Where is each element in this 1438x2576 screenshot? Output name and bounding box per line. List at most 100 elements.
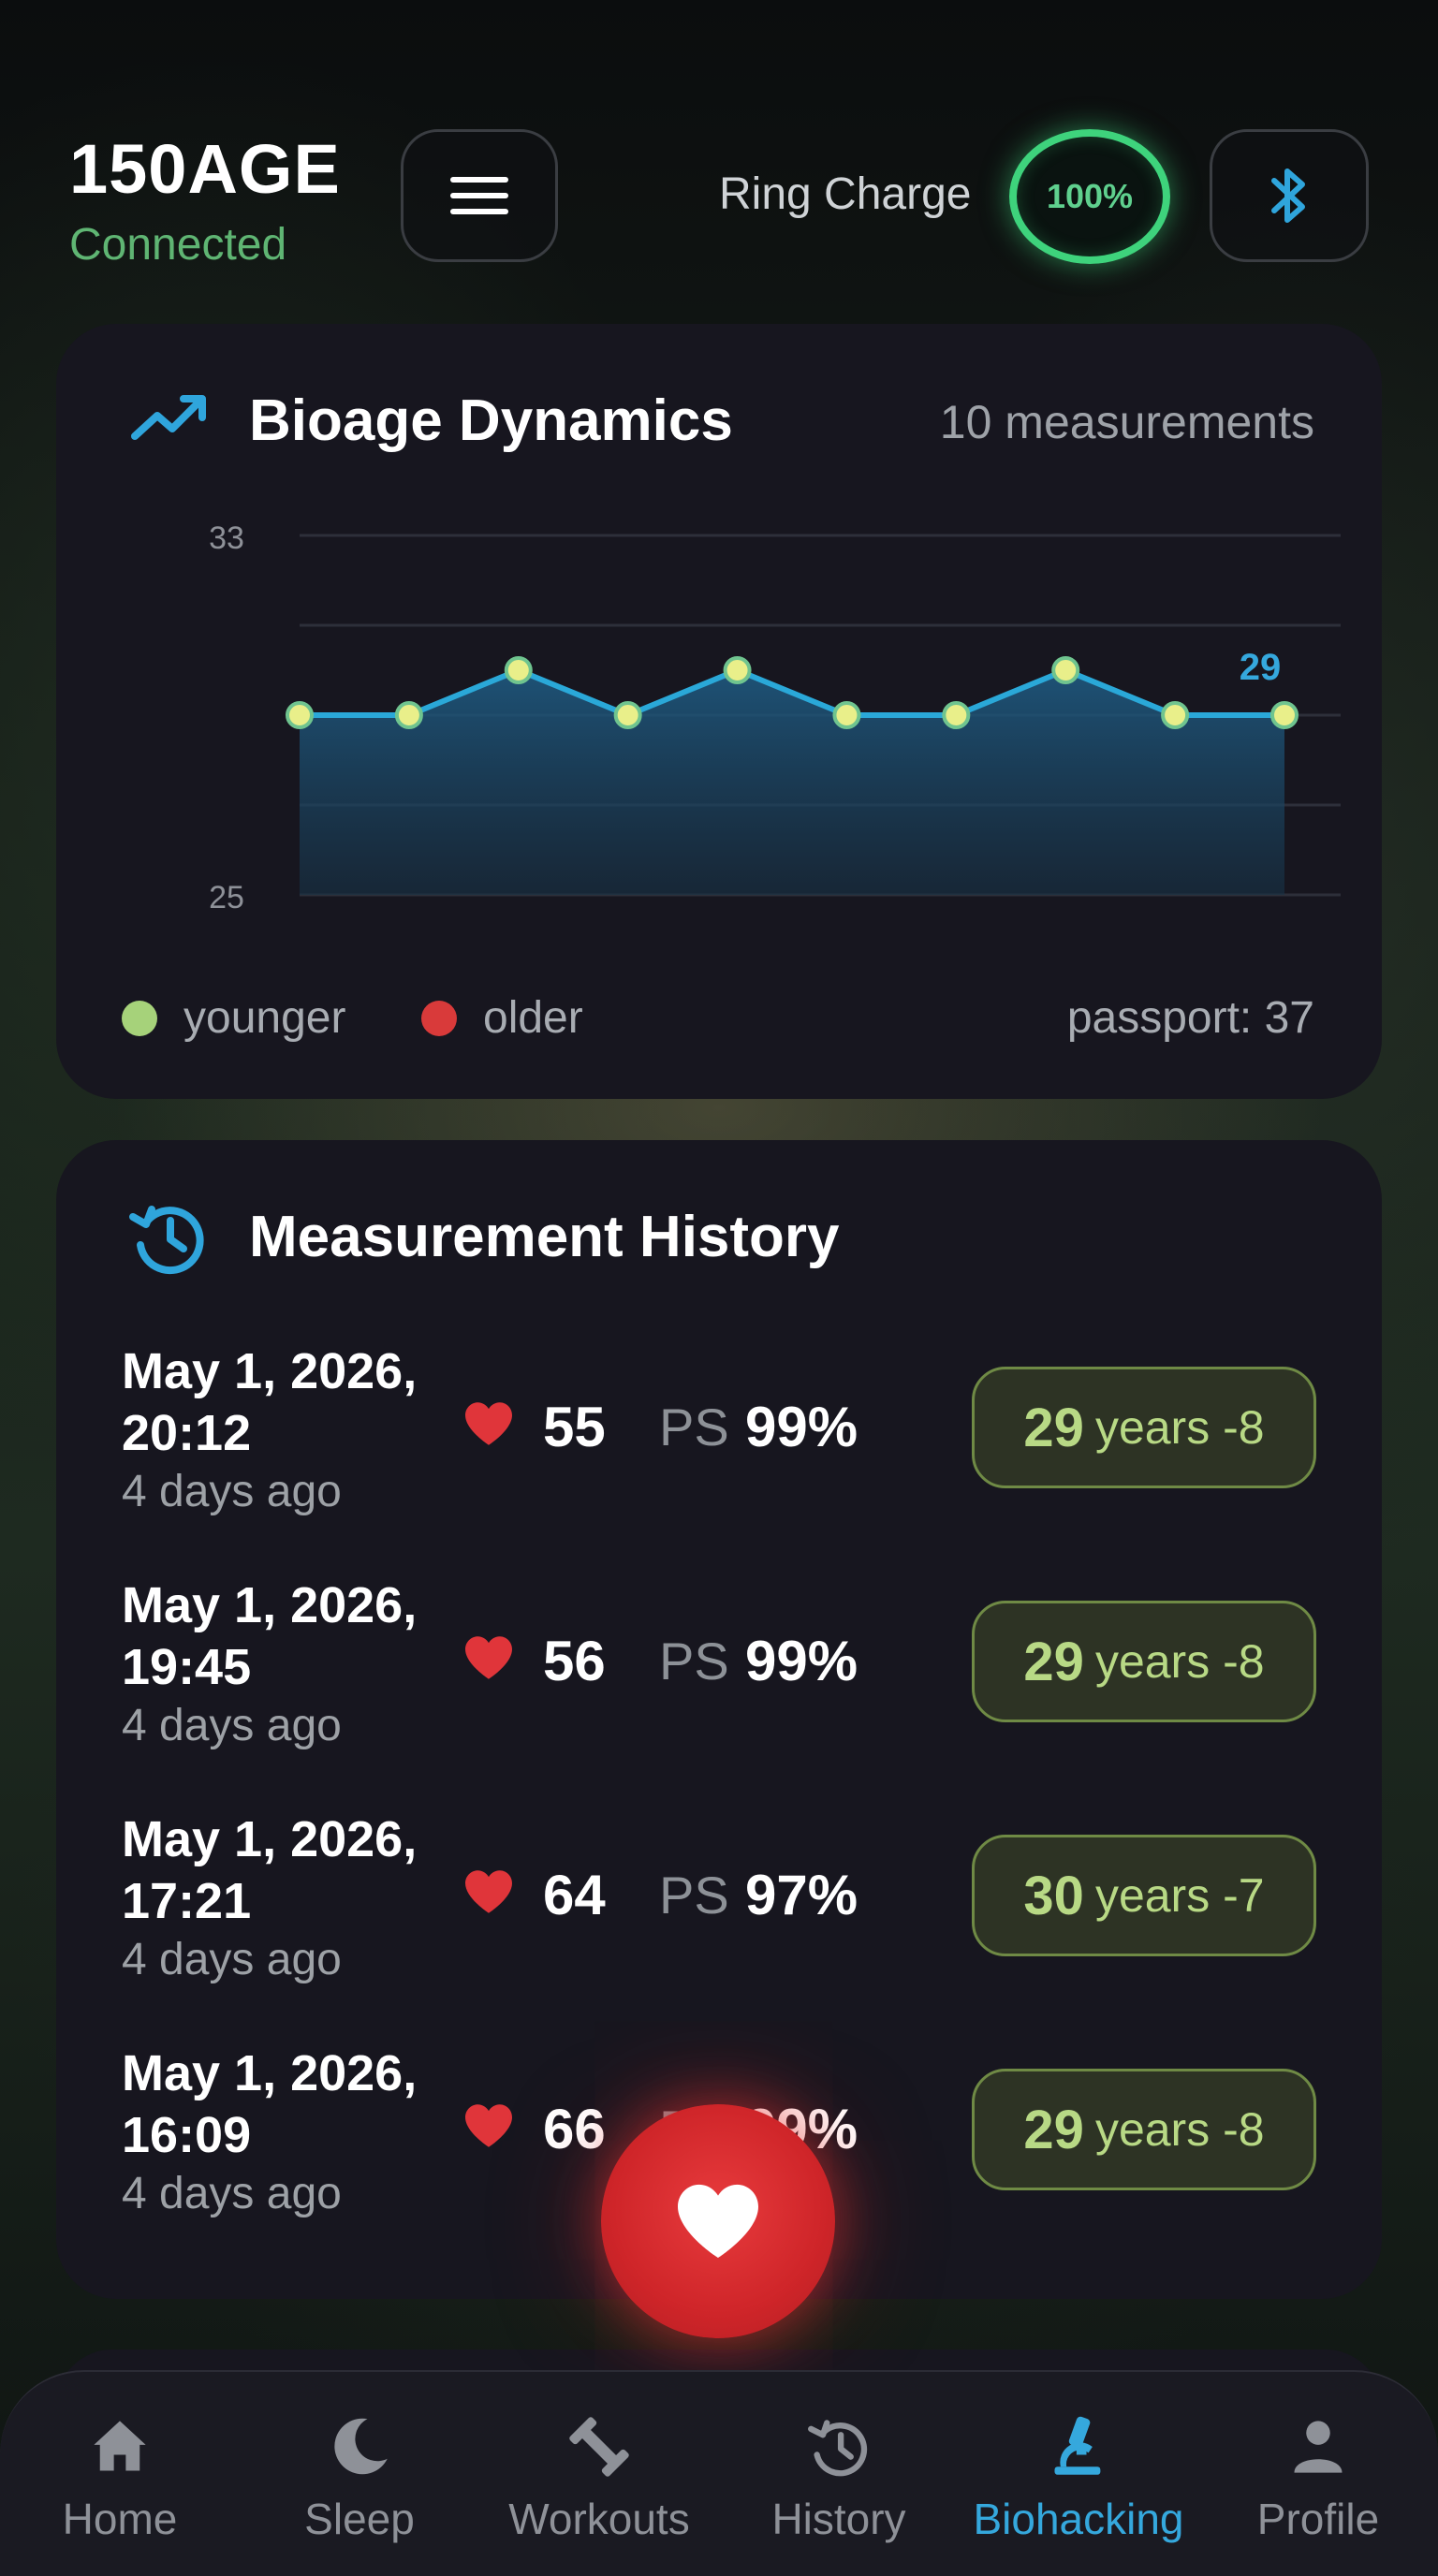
measurement-time: 17:21	[122, 1873, 252, 1929]
heart-rate-value: 64	[543, 1864, 606, 1926]
nav-item-profile[interactable]: Profile	[1198, 2372, 1438, 2576]
measurement-date: May 1, 2026, 16:09	[122, 2042, 515, 2166]
history-icon	[808, 2420, 868, 2477]
nav-label: Workouts	[508, 2495, 690, 2543]
y-tick-label: 33	[209, 520, 244, 556]
last-value-label: 29	[1240, 647, 1282, 688]
history-clock-icon	[129, 1206, 204, 1275]
legend-younger-label: younger	[183, 993, 346, 1043]
history-row[interactable]: May 1, 2026, 19:45 4 days ago 56 PS 99% 29 year…	[56, 1574, 1382, 1762]
menu-button[interactable]	[401, 129, 558, 262]
y-tick-label: 25	[209, 880, 244, 915]
nav-label: Home	[62, 2495, 178, 2543]
history-row[interactable]: May 1, 2026, 17:21 4 days ago 64 PS 97% 30 year…	[56, 1808, 1382, 1996]
data-point[interactable]	[832, 701, 861, 729]
ps-label: PS	[659, 1866, 729, 1925]
measurement-time: 16:09	[122, 2107, 252, 2163]
heart-rate-value: 55	[543, 1396, 606, 1458]
ps-value: 99%	[745, 1630, 858, 1692]
measurement-date-day: May 1, 2026,	[122, 2045, 418, 2101]
bioage-badge: 30 years -7	[972, 1835, 1316, 1956]
bioage-difference: years -8	[1094, 1401, 1265, 1454]
heart-icon	[678, 2184, 758, 2259]
heart-rate-icon	[465, 1402, 512, 1445]
nav-label: History	[771, 2495, 906, 2543]
nav-item-biohacking[interactable]: Biohacking	[959, 2372, 1198, 2576]
legend-younger: younger	[122, 992, 345, 1044]
bioage-value: 30	[1023, 1865, 1084, 1926]
measurement-relative-time: 4 days ago	[122, 1935, 342, 1984]
bioage-value: 29	[1023, 2099, 1084, 2160]
heart-rate-icon	[465, 1636, 512, 1679]
bioage-difference: years -8	[1094, 2103, 1265, 2156]
ps-label: PS	[659, 1632, 729, 1690]
legend-older: older	[421, 992, 583, 1044]
area-fill	[300, 670, 1284, 895]
nav-item-workouts[interactable]: Workouts	[479, 2372, 719, 2576]
nav-item-home[interactable]: Home	[0, 2372, 240, 2576]
bioage-badge: 29 years -8	[972, 1601, 1316, 1722]
measurement-time: 20:12	[122, 1405, 252, 1461]
hamburger-menu-icon	[450, 177, 508, 214]
measurement-date-day: May 1, 2026,	[122, 1577, 418, 1633]
bluetooth-icon	[1271, 168, 1305, 223]
data-point[interactable]	[504, 656, 533, 684]
nav-label: Biohacking	[973, 2495, 1184, 2543]
measure-heart-button[interactable]	[601, 2104, 835, 2338]
bioage-difference: years -8	[1094, 1635, 1265, 1688]
nav-item-history[interactable]: History	[719, 2372, 959, 2576]
person-icon	[1294, 2421, 1343, 2473]
nav-label: Sleep	[304, 2495, 415, 2543]
bioage-dynamics-card: Bioage Dynamics 10 measurements 33 25 29 …	[56, 324, 1382, 1099]
bioage-chart: 33 25 29	[209, 520, 1341, 915]
app-brand: 150AGE	[69, 130, 341, 208]
ring-charge-indicator: 100%	[1009, 129, 1170, 264]
measurement-date-day: May 1, 2026,	[122, 1811, 418, 1867]
heart-rate-value: 66	[543, 2098, 606, 2160]
ps-label: PS	[659, 1398, 729, 1456]
connection-status: Connected	[69, 220, 287, 270]
bioage-value: 29	[1023, 1397, 1084, 1458]
measurement-date: May 1, 2026, 20:12	[122, 1340, 515, 1464]
ring-charge-label: Ring Charge	[719, 169, 972, 219]
data-point[interactable]	[723, 656, 752, 684]
nav-label: Profile	[1256, 2495, 1380, 2543]
data-point[interactable]	[394, 701, 423, 729]
passport-age: passport: 37	[1066, 993, 1314, 1043]
bioage-badge: 29 years -8	[972, 1367, 1316, 1488]
data-point[interactable]	[1161, 701, 1190, 729]
legend-older-label: older	[483, 993, 583, 1043]
history-row[interactable]: May 1, 2026, 20:12 4 days ago 55 PS 99% 29 year…	[56, 1340, 1382, 1528]
measurement-date-day: May 1, 2026,	[122, 1343, 418, 1399]
heart-rate-icon	[465, 1870, 512, 1913]
data-point[interactable]	[942, 701, 971, 729]
heart-rate-value: 56	[543, 1630, 606, 1692]
bioage-value: 29	[1023, 1631, 1084, 1692]
ps-value: 97%	[745, 1864, 858, 1926]
app-header: 150AGE Connected Ring Charge 100%	[0, 0, 1438, 300]
data-point[interactable]	[613, 701, 642, 729]
bottom-navigation: Home Sleep Workouts History Biohacking Profil…	[0, 2370, 1438, 2576]
measurement-relative-time: 4 days ago	[122, 1701, 342, 1750]
younger-dot	[122, 1000, 157, 1036]
measurement-date: May 1, 2026, 17:21	[122, 1808, 515, 1932]
bioage-difference: years -7	[1094, 1869, 1265, 1922]
heart-rate-icon	[465, 2104, 512, 2147]
measurement-date: May 1, 2026, 19:45	[122, 1574, 515, 1698]
data-point[interactable]	[1051, 656, 1080, 684]
older-dot	[421, 1000, 457, 1036]
measurement-relative-time: 4 days ago	[122, 2169, 342, 2218]
nav-item-sleep[interactable]: Sleep	[240, 2372, 479, 2576]
ps-value: 99%	[745, 1396, 858, 1458]
data-point[interactable]	[286, 701, 314, 729]
home-icon	[94, 2421, 146, 2471]
measurement-relative-time: 4 days ago	[122, 1467, 342, 1516]
card-title: Measurement History	[249, 1205, 840, 1269]
data-point[interactable]	[1270, 701, 1299, 729]
bluetooth-button[interactable]	[1210, 129, 1369, 262]
measurement-time: 19:45	[122, 1639, 252, 1695]
moon-icon	[334, 2418, 388, 2475]
microscope-icon	[1054, 2416, 1101, 2475]
dumbbell-icon	[569, 2417, 629, 2477]
bioage-badge: 29 years -8	[972, 2069, 1316, 2190]
